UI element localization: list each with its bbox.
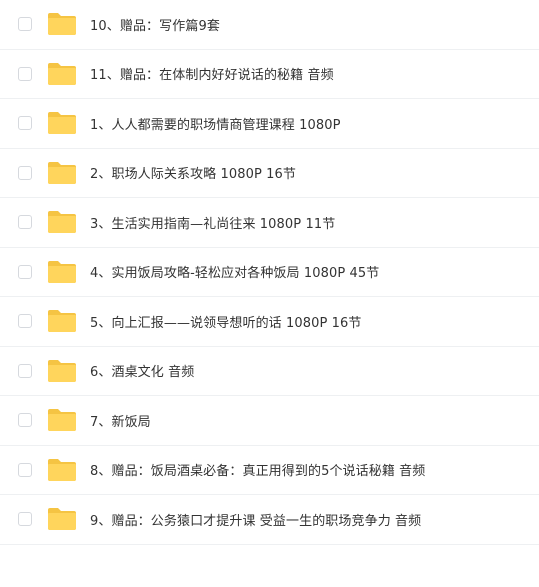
select-checkbox[interactable]: [18, 17, 32, 32]
list-item[interactable]: 9、赠品：公务猿口才提升课 受益一生的职场竞争力 音频: [0, 495, 539, 545]
select-checkbox[interactable]: [18, 215, 32, 230]
file-list: 10、赠品：写作篇9套 11、赠品：在体制内好好说话的秘籍 音频 1、人人都需要…: [0, 0, 539, 545]
list-item[interactable]: 3、生活实用指南—礼尚往来 1080P 11节: [0, 198, 539, 248]
list-item[interactable]: 6、酒桌文化 音频: [0, 347, 539, 396]
file-name-link[interactable]: 11、赠品：在体制内好好说话的秘籍 音频: [90, 64, 334, 83]
folder-icon: [48, 508, 76, 531]
list-item[interactable]: 8、赠品：饭局酒桌必备：真正用得到的5个说话秘籍 音频: [0, 446, 539, 495]
select-checkbox[interactable]: [18, 264, 32, 279]
list-item[interactable]: 10、赠品：写作篇9套: [0, 0, 539, 50]
list-item[interactable]: 11、赠品：在体制内好好说话的秘籍 音频: [0, 50, 539, 99]
list-item[interactable]: 7、新饭局: [0, 396, 539, 446]
folder-icon: [48, 260, 76, 283]
select-checkbox[interactable]: [18, 116, 32, 131]
file-name-link[interactable]: 3、生活实用指南—礼尚往来 1080P 11节: [90, 213, 335, 232]
select-checkbox[interactable]: [18, 314, 32, 329]
folder-icon: [48, 161, 76, 184]
folder-icon: [48, 310, 76, 333]
folder-icon: [48, 409, 76, 432]
list-item[interactable]: 1、人人都需要的职场情商管理课程 1080P: [0, 99, 539, 149]
file-name-link[interactable]: 9、赠品：公务猿口才提升课 受益一生的职场竞争力 音频: [90, 510, 421, 529]
file-name-link[interactable]: 4、实用饭局攻略-轻松应对各种饭局 1080P 45节: [90, 262, 379, 281]
list-item[interactable]: 4、实用饭局攻略-轻松应对各种饭局 1080P 45节: [0, 248, 539, 297]
select-checkbox[interactable]: [18, 363, 32, 378]
list-item[interactable]: 5、向上汇报——说领导想听的话 1080P 16节: [0, 297, 539, 347]
file-name-link[interactable]: 10、赠品：写作篇9套: [90, 15, 220, 34]
file-name-link[interactable]: 8、赠品：饭局酒桌必备：真正用得到的5个说话秘籍 音频: [90, 460, 425, 479]
list-item[interactable]: 2、职场人际关系攻略 1080P 16节: [0, 149, 539, 198]
folder-icon: [48, 458, 76, 481]
file-name-link[interactable]: 5、向上汇报——说领导想听的话 1080P 16节: [90, 312, 362, 331]
folder-icon: [48, 62, 76, 85]
file-name-link[interactable]: 6、酒桌文化 音频: [90, 361, 194, 380]
select-checkbox[interactable]: [18, 66, 32, 81]
folder-icon: [48, 112, 76, 135]
folder-icon: [48, 359, 76, 382]
select-checkbox[interactable]: [18, 165, 32, 180]
select-checkbox[interactable]: [18, 413, 32, 428]
folder-icon: [48, 211, 76, 234]
select-checkbox[interactable]: [18, 512, 32, 527]
file-name-link[interactable]: 2、职场人际关系攻略 1080P 16节: [90, 163, 296, 182]
select-checkbox[interactable]: [18, 462, 32, 477]
folder-icon: [48, 13, 76, 36]
file-name-link[interactable]: 7、新饭局: [90, 411, 151, 430]
file-name-link[interactable]: 1、人人都需要的职场情商管理课程 1080P: [90, 114, 341, 133]
